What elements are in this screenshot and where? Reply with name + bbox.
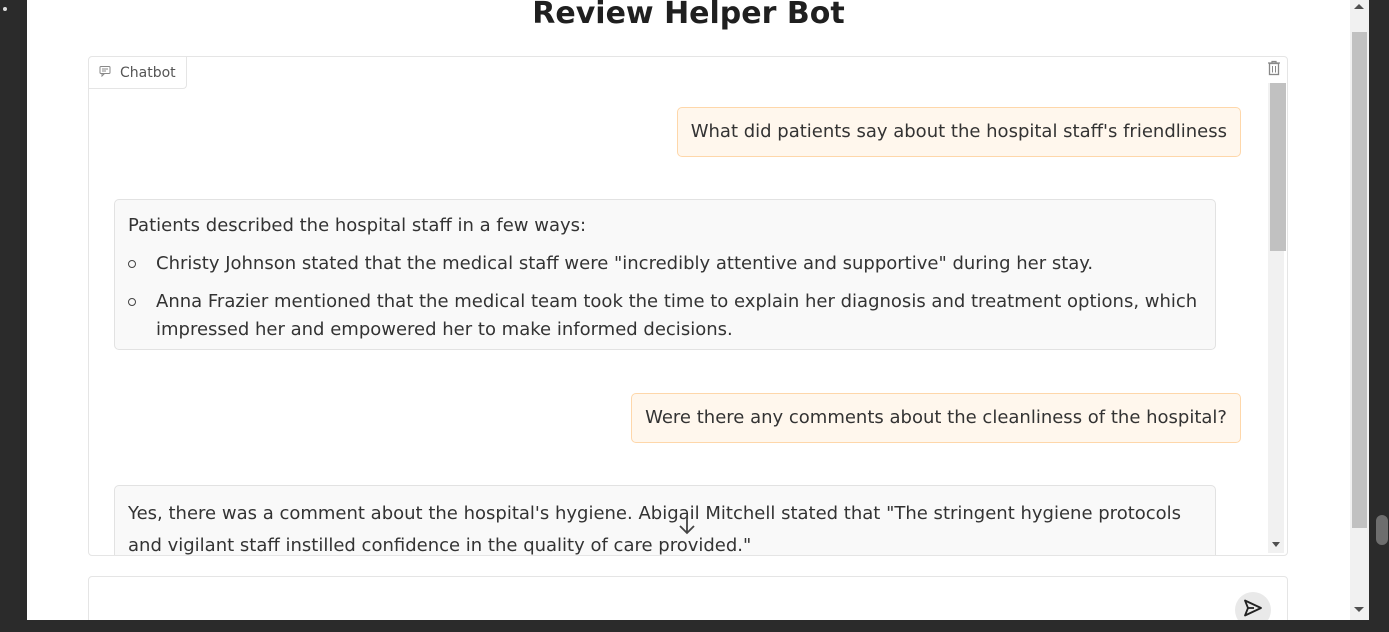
window-edge-dot bbox=[3, 7, 7, 11]
chat-scrollbar-thumb[interactable] bbox=[1270, 83, 1286, 251]
page-scroll-up-arrow[interactable] bbox=[1354, 4, 1364, 9]
trash-icon bbox=[1267, 60, 1281, 80]
user-message: Were there any comments about the cleanl… bbox=[631, 393, 1241, 443]
chatbot-label: Chatbot bbox=[89, 57, 187, 89]
app-page: Review Helper Bot Chatbot What did patie… bbox=[27, 0, 1350, 620]
bot-message: Yes, there was a comment about the hospi… bbox=[114, 485, 1216, 555]
arrow-down-icon bbox=[678, 514, 696, 540]
user-message: What did patients say about the hospital… bbox=[676, 107, 1241, 157]
chatbot-label-text: Chatbot bbox=[120, 64, 176, 81]
outer-scroll-knob[interactable] bbox=[1376, 515, 1388, 545]
send-button[interactable] bbox=[1235, 592, 1271, 620]
message-input-box bbox=[88, 576, 1288, 620]
page-scrollbar[interactable] bbox=[1350, 0, 1369, 620]
bot-message-intro: Patients described the hospital staff in… bbox=[128, 215, 587, 236]
page-scrollbar-thumb[interactable] bbox=[1352, 32, 1367, 528]
message-input[interactable] bbox=[99, 585, 1223, 619]
scroll-to-bottom-button[interactable] bbox=[676, 513, 698, 541]
list-item: Anna Frazier mentioned that the medical … bbox=[128, 288, 1202, 344]
chat-scrollbar[interactable] bbox=[1268, 83, 1286, 553]
chat-scroll-down-arrow[interactable] bbox=[1272, 542, 1280, 547]
send-icon bbox=[1243, 599, 1263, 620]
chat-icon bbox=[99, 65, 111, 81]
list-item: Christy Johnson stated that the medical … bbox=[128, 250, 1202, 278]
page-title: Review Helper Bot bbox=[532, 0, 845, 31]
bot-message-list: Christy Johnson stated that the medical … bbox=[128, 250, 1202, 344]
chatbot-panel: Chatbot What did patients say about the … bbox=[88, 56, 1288, 556]
page-scroll-down-arrow[interactable] bbox=[1354, 607, 1364, 612]
bot-message: Patients described the hospital staff in… bbox=[114, 199, 1216, 350]
clear-chat-button[interactable] bbox=[1265, 60, 1283, 80]
